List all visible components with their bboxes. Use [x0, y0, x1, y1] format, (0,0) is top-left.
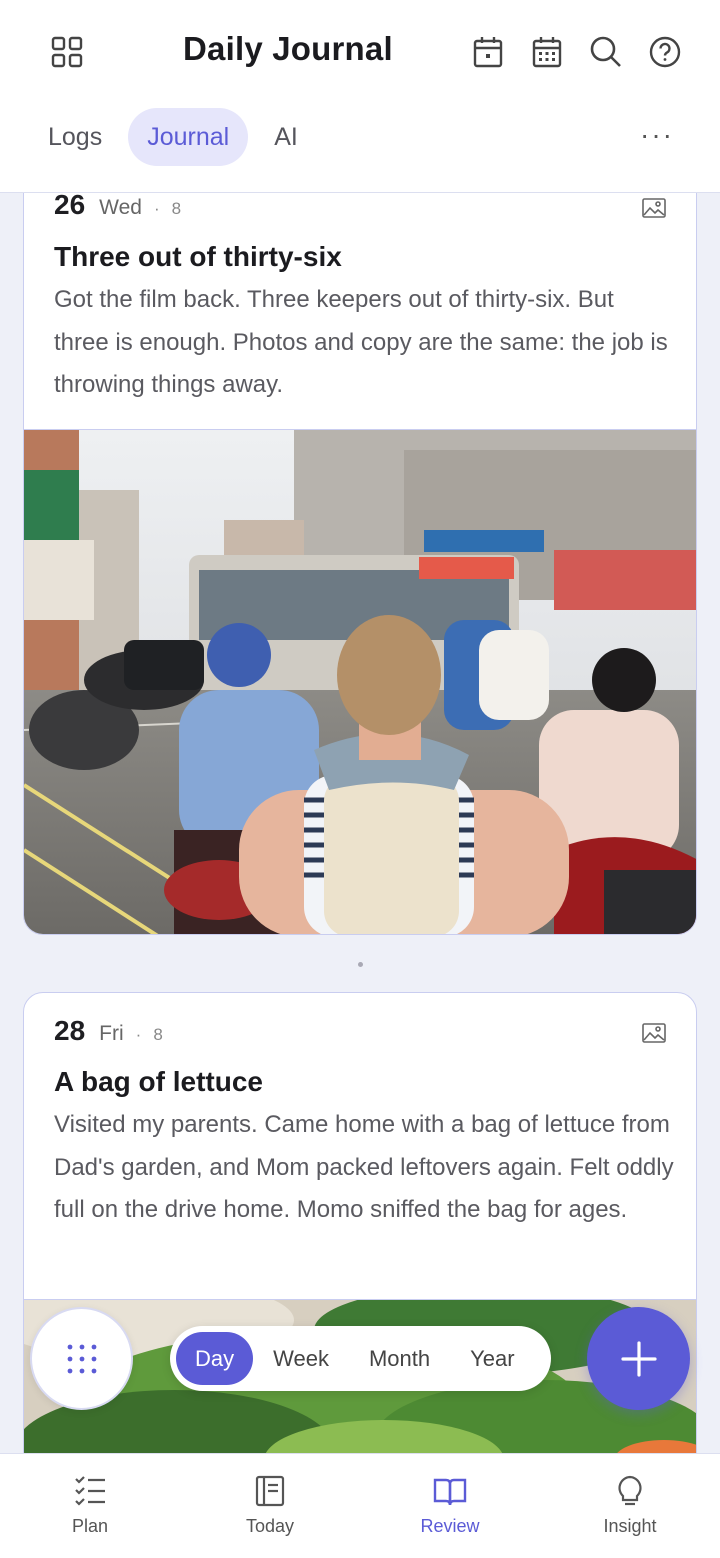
street-scene-photo[interactable]: [24, 429, 696, 934]
nav-today-label: Today: [245, 1516, 295, 1536]
nav-today[interactable]: Today: [180, 1454, 360, 1558]
entry-date: 26 Wed · 8: [54, 189, 181, 221]
search-icon[interactable]: [584, 30, 628, 74]
entry-body: Got the film back. Three keepers out of …: [54, 286, 668, 398]
app-header: Daily Journal Logs Journal AI ···: [0, 0, 720, 193]
document-icon: [255, 1475, 285, 1507]
nav-review[interactable]: Review: [360, 1454, 540, 1558]
entry-title: A bag of lettuce: [54, 1066, 263, 1097]
book-open-icon: [433, 1478, 467, 1506]
entry-separator: ·: [135, 1025, 142, 1044]
entry-count: 8: [171, 199, 182, 218]
nav-plan-label: Plan: [71, 1516, 109, 1536]
entry-date: 28 Fri · 8: [54, 1015, 163, 1047]
app-title: Daily Journal: [183, 30, 393, 67]
period-day[interactable]: Day: [176, 1332, 254, 1385]
nav-insight-label: Insight: [603, 1516, 657, 1536]
period-selector: Day Week Month Year: [170, 1326, 551, 1391]
tab-ai[interactable]: AI: [256, 108, 316, 166]
apps-button[interactable]: [30, 1307, 133, 1410]
checklist-icon: [75, 1476, 105, 1506]
period-week[interactable]: Week: [253, 1332, 349, 1385]
journal-entry-card[interactable]: 26 Wed · 8 Three out of thirty-six Got t…: [23, 150, 697, 935]
period-month[interactable]: Month: [349, 1332, 450, 1385]
image-icon: [642, 1023, 666, 1043]
view-tabs: Logs Journal AI: [30, 107, 324, 167]
entry-title: Three out of thirty-six: [54, 241, 342, 272]
bottom-navigation: Plan Today Review Insight: [0, 1453, 720, 1558]
page-indicator-dot: [358, 962, 363, 967]
entry-separator: ·: [153, 199, 160, 218]
entry-weekday: Wed: [99, 196, 142, 219]
tab-journal[interactable]: Journal: [128, 108, 249, 166]
entry-weekday: Fri: [99, 1022, 124, 1045]
journal-entry-card[interactable]: 28 Fri · 8 A bag of lettuce Visited my p…: [23, 992, 697, 1472]
nav-plan[interactable]: Plan: [0, 1454, 180, 1558]
image-icon: [642, 198, 666, 218]
entry-day-number: 28: [54, 1015, 86, 1046]
entry-day-number: 26: [54, 189, 86, 220]
calendar-day-icon[interactable]: [466, 30, 510, 74]
period-year[interactable]: Year: [450, 1332, 534, 1385]
more-options-button[interactable]: ···: [634, 112, 680, 158]
lightbulb-icon: [618, 1475, 642, 1506]
grid-icon[interactable]: [45, 30, 89, 74]
dots-grid-icon: [67, 1344, 96, 1373]
nav-insight[interactable]: Insight: [540, 1454, 720, 1558]
entry-count: 8: [153, 1025, 163, 1044]
nav-review-label: Review: [420, 1516, 480, 1536]
help-icon[interactable]: [643, 30, 687, 74]
plus-icon: [620, 1340, 657, 1377]
entry-body: Visited my parents. Came home with a bag…: [54, 1111, 674, 1223]
add-entry-button[interactable]: [587, 1307, 690, 1410]
tab-logs[interactable]: Logs: [30, 108, 120, 166]
calendar-month-icon[interactable]: [525, 30, 569, 74]
